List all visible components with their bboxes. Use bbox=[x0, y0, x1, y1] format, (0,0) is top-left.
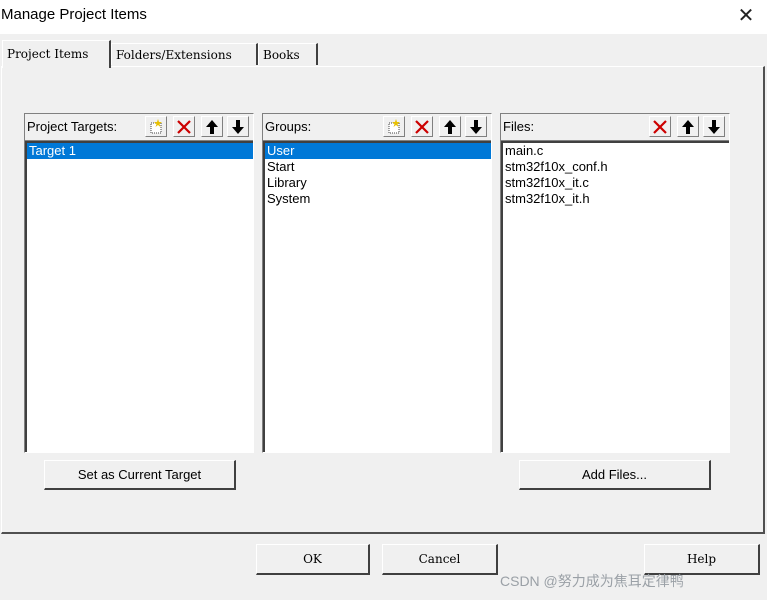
files-label: Files: bbox=[503, 119, 535, 134]
files-list[interactable]: main.c stm32f10x_conf.h stm32f10x_it.c s… bbox=[501, 141, 729, 452]
close-icon[interactable]: ✕ bbox=[733, 4, 759, 28]
delete-group-button[interactable] bbox=[411, 116, 433, 137]
watermark: CSDN @努力成为焦耳定律鸭 bbox=[500, 573, 684, 589]
delete-icon bbox=[653, 120, 667, 134]
list-item[interactable]: stm32f10x_it.h bbox=[503, 191, 729, 207]
list-item[interactable]: main.c bbox=[503, 143, 729, 159]
delete-target-button[interactable] bbox=[173, 116, 195, 137]
list-item[interactable]: Library bbox=[265, 175, 491, 191]
groups-header: Groups: bbox=[263, 114, 491, 141]
list-item[interactable]: stm32f10x_it.c bbox=[503, 175, 729, 191]
arrow-down-icon bbox=[232, 120, 244, 134]
set-current-target-button[interactable]: Set as Current Target bbox=[44, 460, 236, 490]
targets-header: Project Targets: bbox=[25, 114, 253, 141]
tab-strip: Project Items Folders/Extensions Books bbox=[0, 34, 767, 68]
delete-file-button[interactable] bbox=[649, 116, 671, 137]
tab-folders-extensions[interactable]: Folders/Extensions bbox=[111, 43, 258, 65]
list-item[interactable]: User bbox=[265, 143, 491, 159]
new-target-button[interactable] bbox=[145, 116, 167, 137]
arrow-up-icon bbox=[206, 120, 218, 134]
window-title: Manage Project Items bbox=[1, 6, 147, 23]
targets-panel: Project Targets: Target 1 bbox=[24, 113, 254, 453]
tab-books[interactable]: Books bbox=[258, 43, 318, 65]
move-up-group-button[interactable] bbox=[439, 116, 461, 137]
move-down-file-button[interactable] bbox=[703, 116, 725, 137]
list-item[interactable]: System bbox=[265, 191, 491, 207]
ok-button[interactable]: OK bbox=[256, 544, 370, 575]
tab-panel: Project Targets: Target 1 Groups: User S… bbox=[1, 66, 765, 534]
new-item-icon bbox=[388, 119, 400, 134]
list-item[interactable]: Target 1 bbox=[27, 143, 253, 159]
groups-panel: Groups: User Start Library System bbox=[262, 113, 492, 453]
groups-list[interactable]: User Start Library System bbox=[263, 141, 491, 452]
groups-label: Groups: bbox=[265, 119, 312, 134]
move-down-target-button[interactable] bbox=[227, 116, 249, 137]
add-files-button[interactable]: Add Files... bbox=[519, 460, 711, 490]
title-bar: Manage Project Items ✕ bbox=[0, 0, 767, 34]
targets-list[interactable]: Target 1 bbox=[25, 141, 253, 452]
list-item[interactable]: stm32f10x_conf.h bbox=[503, 159, 729, 175]
move-up-target-button[interactable] bbox=[201, 116, 223, 137]
files-panel: Files: main.c stm32f10x_conf.h stm32f10x… bbox=[500, 113, 730, 453]
files-header: Files: bbox=[501, 114, 729, 141]
arrow-up-icon bbox=[444, 120, 456, 134]
tab-project-items[interactable]: Project Items bbox=[2, 40, 111, 68]
arrow-down-icon bbox=[708, 120, 720, 134]
move-down-group-button[interactable] bbox=[465, 116, 487, 137]
new-item-icon bbox=[150, 119, 162, 134]
targets-label: Project Targets: bbox=[27, 119, 118, 134]
move-up-file-button[interactable] bbox=[677, 116, 699, 137]
delete-icon bbox=[177, 120, 191, 134]
arrow-up-icon bbox=[682, 120, 694, 134]
delete-icon bbox=[415, 120, 429, 134]
cancel-button[interactable]: Cancel bbox=[382, 544, 498, 575]
list-item[interactable]: Start bbox=[265, 159, 491, 175]
new-group-button[interactable] bbox=[383, 116, 405, 137]
arrow-down-icon bbox=[470, 120, 482, 134]
